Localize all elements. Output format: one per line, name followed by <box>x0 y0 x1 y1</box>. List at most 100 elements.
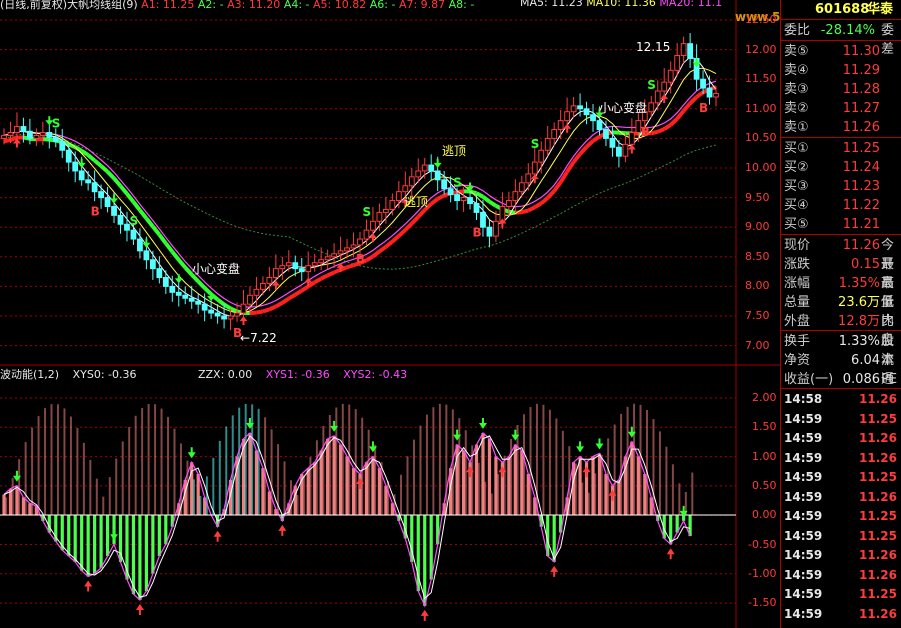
tick-row[interactable]: 14:59 11.25 <box>781 585 901 603</box>
candle-body <box>395 191 402 202</box>
trend-ribbon-segment <box>326 270 335 278</box>
tick-row[interactable]: 14:59 11.26 <box>781 566 901 584</box>
trend-ribbon-segment <box>86 153 96 163</box>
candle-body <box>85 179 92 184</box>
formula-title: (日线,前复权)大帆均线组(9) <box>0 0 138 11</box>
trend-ribbon-segment <box>106 170 116 180</box>
price-up-arrow-icon <box>563 123 572 133</box>
tick-row[interactable]: 14:59 11.26 <box>781 429 901 447</box>
stock-code: 601688 <box>815 2 870 17</box>
tick-row[interactable]: 14:59 11.25 <box>781 507 901 525</box>
candle-body <box>577 105 583 110</box>
trend-ribbon-segment <box>475 191 484 199</box>
indicator-title-bar: 波动能(1,2) XYS0: -0.36 ZZX: 0.00 XYS1: -0.… <box>0 366 417 382</box>
candle-body <box>454 194 460 202</box>
candle-body <box>590 114 596 122</box>
tick-row[interactable]: 14:59 11.26 <box>781 449 901 467</box>
indicator-tick-label: -0.50 <box>748 537 777 551</box>
tick-price: 11.25 <box>859 411 897 426</box>
trend-ribbon-segment <box>397 228 407 238</box>
candle-body <box>169 285 176 293</box>
candle-body <box>408 176 415 187</box>
stat-1-label: 换手 <box>784 334 811 349</box>
candle-body <box>525 173 532 184</box>
trend-ribbon-segment <box>9 135 18 142</box>
tick-time: 14:59 <box>784 606 823 621</box>
kline-chart-area[interactable]: SSSSSSBBBBBB <box>0 0 780 628</box>
sell-level-5: 卖⑤ 11.30 <box>781 42 901 61</box>
candle-body <box>363 229 370 240</box>
tick-row[interactable]: 14:59 11.25 <box>781 410 901 428</box>
tick-row[interactable]: 14:59 11.26 <box>781 488 901 506</box>
price-down-arrow-icon <box>174 274 183 284</box>
tick-row[interactable]: 14:59 11.25 <box>781 468 901 486</box>
candle-body <box>460 197 467 202</box>
buy-level-5-label: 买⑤ <box>784 217 809 232</box>
buy-signal-B: B <box>473 225 482 239</box>
candle-body <box>324 256 331 261</box>
candle-body <box>227 315 234 320</box>
buy-level-5-value: 11.21 <box>842 217 880 232</box>
candle-body <box>311 262 318 267</box>
trend-ribbon-segment <box>436 193 446 201</box>
quote-3-label: 涨幅 <box>784 276 811 291</box>
candle-body <box>305 265 312 273</box>
candle-body <box>687 43 694 59</box>
trend-ribbon-segment <box>3 138 11 144</box>
price-tick-label: 8.50 <box>745 249 770 263</box>
sell-level-1-label: 卖① <box>784 120 809 135</box>
candle-body <box>7 131 14 136</box>
caution-label-2: 小心变盘 <box>599 101 648 115</box>
candle-body <box>1 134 7 139</box>
tick-row[interactable]: 14:59 11.26 <box>781 605 901 623</box>
trend-ribbon-segment <box>591 134 601 143</box>
tick-time: 14:59 <box>784 528 823 543</box>
buy-level-1-value: 11.25 <box>842 141 880 156</box>
stock-header[interactable]: 601688 华泰 <box>781 0 901 19</box>
candle-body <box>415 170 422 178</box>
xys0-value: XYS0: -0.36 <box>72 368 137 381</box>
tick-time: 14:59 <box>784 489 823 504</box>
escape-top-label-1: 逃顶 <box>442 144 467 158</box>
candle-body <box>240 303 247 314</box>
buy-signal-B: B <box>356 252 365 266</box>
buy-level-2: 买② 11.24 <box>781 158 901 177</box>
divider <box>781 19 901 20</box>
candle-body <box>402 185 409 193</box>
sell-level-5-label: 卖⑤ <box>784 44 809 59</box>
price-tick-label: 12.50 <box>745 13 777 26</box>
candle-body <box>175 291 182 296</box>
candle-body <box>616 146 622 157</box>
sell-level-4-label: 卖④ <box>784 63 809 78</box>
sell-arrow-icon <box>187 447 196 459</box>
candle-body <box>680 43 687 57</box>
tick-row[interactable]: 14:58 11.26 <box>781 390 901 408</box>
buy-signal-B: B <box>641 125 650 139</box>
ma-item-7: A7: 9.87 <box>398 0 449 11</box>
ma-item-5: A5: 10.82 <box>313 0 370 11</box>
ma-item-3: A3: 11.20 <box>227 0 284 11</box>
sell-arrow-icon <box>110 529 119 541</box>
candle-body <box>253 288 260 296</box>
price-down-arrow-icon <box>142 238 151 248</box>
tick-row[interactable]: 14:59 11.25 <box>781 527 901 545</box>
trend-ribbon-segment <box>287 292 297 301</box>
sell-level-4: 卖④ 11.29 <box>781 61 901 80</box>
trend-ribbon-segment <box>656 127 665 134</box>
ma-item-2: A2: - <box>197 0 228 11</box>
stat-1: 换手 1.33% 股本 <box>781 332 901 368</box>
trend-ribbon-segment <box>481 195 491 204</box>
zzx-value: ZZX: 0.00 <box>197 368 253 381</box>
candle-body <box>648 102 655 113</box>
indicator-tick-label: 0.50 <box>752 478 777 492</box>
tick-time: 14:59 <box>784 450 823 465</box>
candle-body <box>376 211 383 222</box>
ma-right-item-2: MA10: 11.36 <box>586 0 660 9</box>
tick-row[interactable]: 14:59 11.26 <box>781 546 901 564</box>
ma-item-6: A6: - <box>369 0 399 11</box>
candle-body <box>551 129 558 139</box>
buy-arrow-icon <box>84 580 93 592</box>
sell-level-3: 卖③ 11.28 <box>781 80 901 99</box>
indicator-tick-label: -1.50 <box>748 596 777 610</box>
sell-level-1-value: 11.26 <box>842 120 880 135</box>
